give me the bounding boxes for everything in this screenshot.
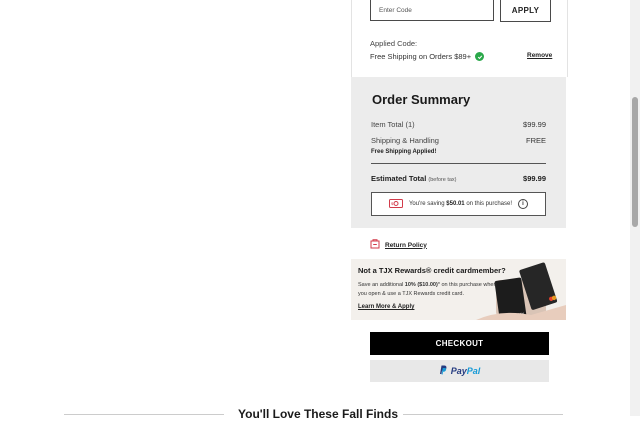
return-policy[interactable]: Return Policy: [370, 236, 427, 254]
free-shipping-note: Free Shipping Applied!: [371, 149, 437, 155]
return-policy-icon: [370, 236, 380, 254]
rewards-desc-1: Save an additional: [358, 282, 404, 288]
applied-code-text: Free Shipping on Orders $89+: [370, 52, 472, 61]
estimated-total-text: Estimated Total: [371, 174, 427, 183]
item-total-value: $99.99: [523, 120, 546, 129]
shipping-value: FREE: [525, 136, 546, 145]
savings-tag-icon: $: [388, 198, 403, 210]
check-icon: [475, 52, 485, 61]
savings-text: You're saving $50.01 on this purchase!: [409, 201, 512, 207]
paypal-icon: [439, 362, 447, 380]
promo-code-placeholder: Enter Code: [379, 6, 412, 14]
estimated-total-value: $99.99: [523, 174, 546, 183]
return-policy-link[interactable]: Return Policy: [385, 242, 427, 249]
summary-divider: [371, 163, 546, 164]
info-icon[interactable]: i: [518, 199, 529, 209]
estimated-total-label: Estimated Total (before tax): [371, 174, 457, 183]
paypal-button[interactable]: PayPal: [370, 360, 549, 382]
scrollbar-thumb[interactable]: [632, 97, 638, 227]
order-summary-title: Order Summary: [372, 92, 471, 107]
savings-amount: $50.01: [446, 201, 465, 207]
applied-code: Free Shipping on Orders $89+: [370, 52, 485, 61]
promo-code-input[interactable]: Enter Code: [370, 0, 494, 21]
paypal-pay: Pay: [450, 366, 467, 376]
learn-more-apply-link[interactable]: Learn More & Apply: [358, 304, 414, 310]
rewards-description: Save an additional 10% ($10.00)* on this…: [358, 281, 498, 299]
savings-prefix: You're saving: [408, 201, 445, 207]
recommendations-title: You'll Love These Fall Finds: [238, 407, 398, 421]
apply-button[interactable]: APPLY: [500, 0, 551, 22]
applied-code-label: Applied Code:: [370, 39, 418, 48]
before-tax-note: (before tax): [428, 177, 457, 183]
savings-suffix: on this purchase!: [466, 201, 513, 207]
rewards-title: Not a TJX Rewards® credit cardmember?: [358, 266, 506, 275]
section-divider-left: [64, 414, 224, 415]
remove-code-link[interactable]: Remove: [527, 52, 552, 59]
paypal-pal: Pal: [466, 366, 481, 376]
rewards-desc-bold: 10% ($10.00): [404, 282, 438, 288]
checkout-button[interactable]: CHECKOUT: [370, 332, 549, 355]
savings-box: $ You're saving $50.01 on this purchase!…: [371, 192, 546, 216]
paypal-logo-text: PayPal: [451, 366, 481, 376]
shipping-label: Shipping & Handling: [371, 136, 439, 145]
section-divider-right: [403, 414, 563, 415]
item-total-label: Item Total (1): [371, 120, 415, 129]
